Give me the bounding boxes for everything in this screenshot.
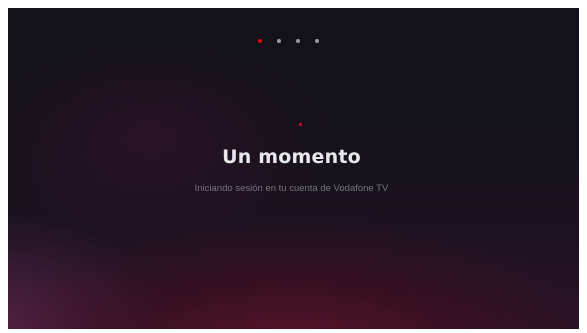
loading-indicator-icon (299, 123, 302, 126)
page-title: Un momento (222, 146, 361, 168)
loading-screen: Un momento Iniciando sesión en tu cuenta… (8, 8, 579, 329)
status-message: Iniciando sesión en tu cuenta de Vodafon… (194, 183, 389, 194)
page-indicator (8, 39, 574, 43)
page-dot (296, 39, 300, 43)
page-dot-active (258, 39, 262, 43)
page-dot (315, 39, 319, 43)
page-dot (277, 39, 281, 43)
